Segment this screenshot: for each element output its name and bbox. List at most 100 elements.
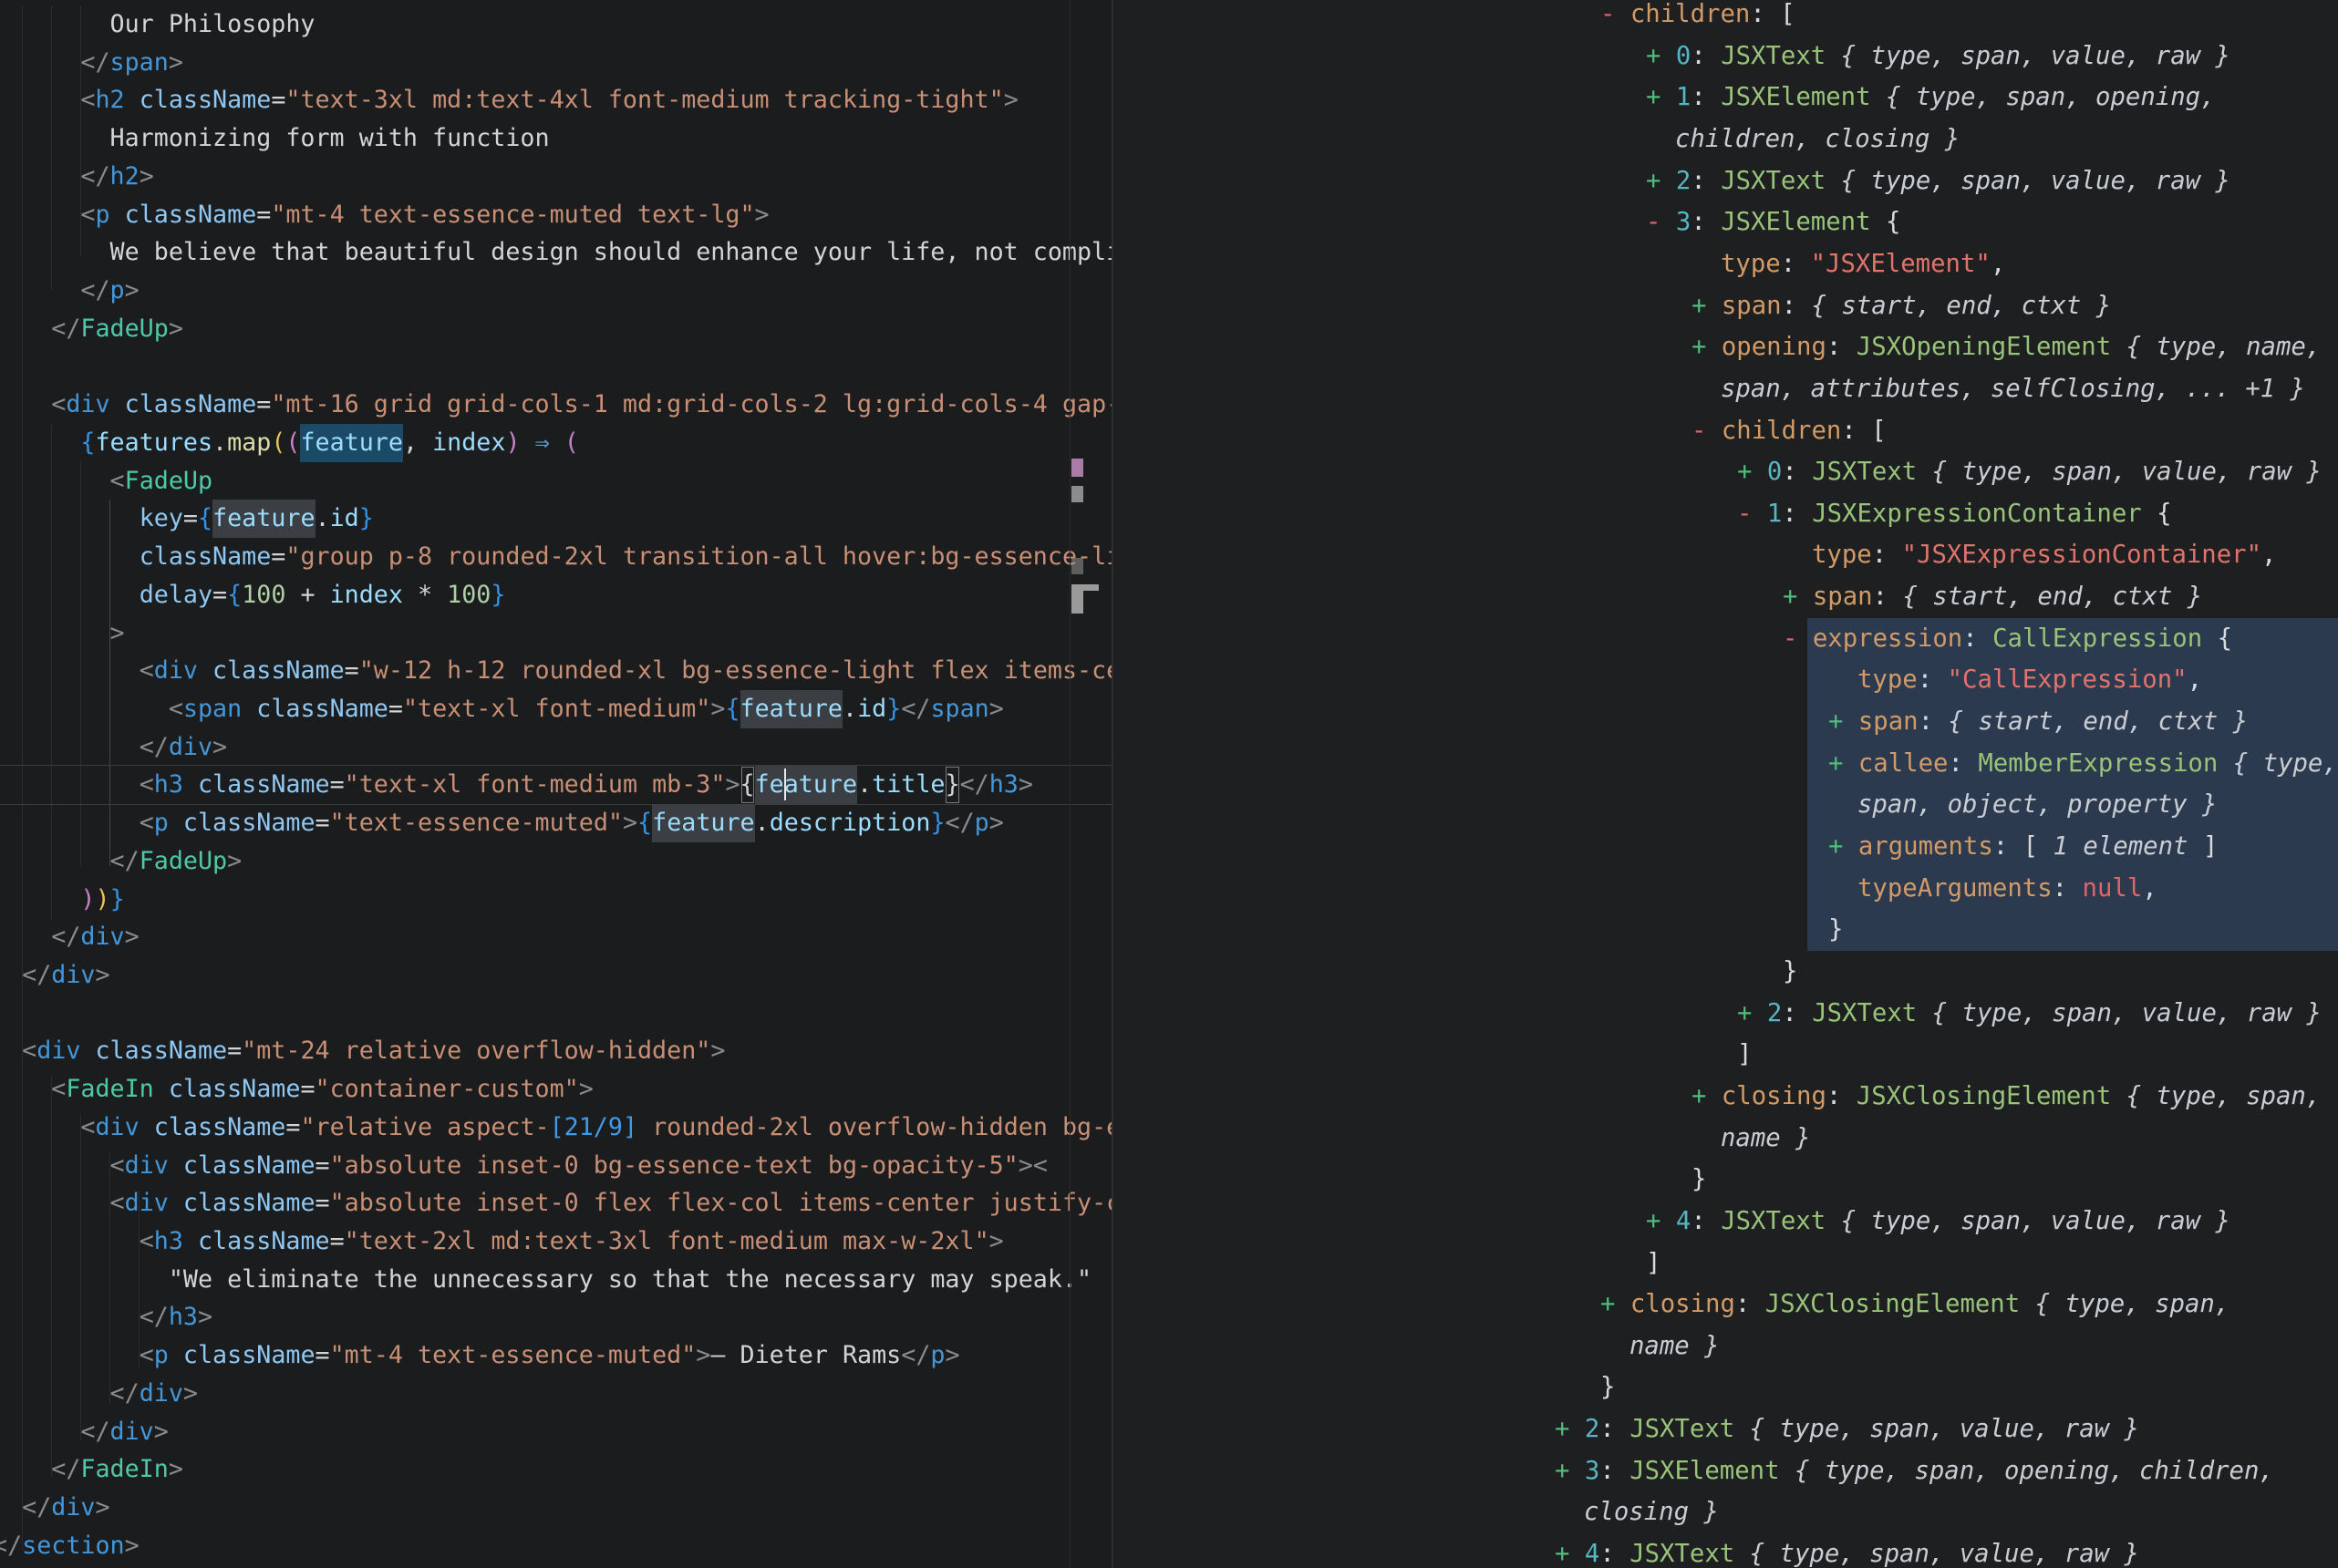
ast-row[interactable]: + opening: JSXOpeningElement { type, nam… xyxy=(1691,326,2321,368)
code-line[interactable]: </FadeIn> xyxy=(51,1450,183,1489)
code-line[interactable]: </div> xyxy=(140,728,227,767)
code-line[interactable]: </h2> xyxy=(80,158,153,196)
code-line[interactable]: <p className="mt-4 text-essence-muted">—… xyxy=(140,1336,960,1375)
code-line[interactable]: </FadeUp> xyxy=(51,310,183,348)
ast-row[interactable]: } xyxy=(1600,1367,1615,1408)
ast-row[interactable]: name } xyxy=(1629,1326,1720,1367)
code-line[interactable]: <span className="text-xl font-medium">{f… xyxy=(169,690,1004,728)
ast-row[interactable]: + 2: JSXText { type, span, value, raw } xyxy=(1646,160,2230,202)
ast-row[interactable]: type: "JSXExpressionContainer", xyxy=(1812,534,2276,576)
ast-row[interactable]: children, closing } xyxy=(1675,119,1960,160)
code-line[interactable]: <div className="relative aspect-[21/9] r… xyxy=(80,1109,1112,1147)
expand-toggle-icon[interactable]: + xyxy=(1555,1533,1569,1568)
code-line[interactable]: <div className="mt-24 relative overflow-… xyxy=(22,1032,725,1070)
expand-toggle-icon[interactable]: + xyxy=(1646,1201,1660,1243)
minimap-mark-purple[interactable] xyxy=(1071,459,1083,477)
code-line[interactable]: "We eliminate the unnecessary so that th… xyxy=(169,1261,1091,1299)
code-line[interactable]: > xyxy=(110,614,125,653)
code-line[interactable]: Our Philosophy xyxy=(110,5,316,44)
expand-toggle-icon[interactable]: + xyxy=(1691,285,1706,327)
ast-row[interactable]: + 4: JSXText { type, span, value, raw } xyxy=(1555,1533,2139,1568)
ast-explorer-panel[interactable]: - children: [+ 0: JSXText { type, span, … xyxy=(1113,0,2338,1568)
code-line[interactable]: </div> xyxy=(51,918,139,956)
expand-toggle-icon[interactable]: + xyxy=(1737,993,1752,1035)
code-line[interactable]: We believe that beautiful design should … xyxy=(110,233,1112,272)
ast-row[interactable]: ] xyxy=(1646,1243,1660,1284)
ast-row[interactable]: closing } xyxy=(1584,1491,1719,1533)
ast-row[interactable]: } xyxy=(1691,1159,1706,1201)
code-line[interactable]: </div> xyxy=(22,956,109,995)
code-line[interactable]: <p className="text-essence-muted">{featu… xyxy=(140,804,1004,842)
ast-row[interactable]: - expression: CallExpression { xyxy=(1783,618,2232,660)
ast-row[interactable]: - 3: JSXElement { xyxy=(1646,201,1900,243)
ast-row[interactable]: + 3: JSXElement { type, span, opening, c… xyxy=(1555,1450,2274,1492)
ast-row[interactable]: + span: { start, end, ctxt } xyxy=(1828,701,2248,743)
collapse-toggle-icon[interactable]: - xyxy=(1737,493,1752,535)
ast-row[interactable]: + span: { start, end, ctxt } xyxy=(1783,576,2202,618)
code-line[interactable]: </p> xyxy=(80,272,139,310)
collapse-toggle-icon[interactable]: - xyxy=(1600,0,1615,36)
ast-row[interactable]: + closing: JSXClosingElement { type, spa… xyxy=(1600,1284,2229,1326)
ast-row[interactable]: span, attributes, selfClosing, ... +1 } xyxy=(1721,368,2305,410)
code-line[interactable]: delay={100 + index * 100} xyxy=(140,576,506,614)
code-line[interactable]: </div> xyxy=(80,1413,168,1451)
code-line[interactable]: <FadeIn className="container-custom"> xyxy=(51,1070,594,1109)
code-line[interactable]: </h3> xyxy=(140,1298,212,1336)
minimap-mark-gray[interactable] xyxy=(1071,591,1083,614)
expand-toggle-icon[interactable]: + xyxy=(1555,1408,1569,1450)
ast-row[interactable]: typeArguments: null, xyxy=(1857,868,2157,910)
expand-toggle-icon[interactable]: + xyxy=(1600,1284,1615,1326)
code-line[interactable]: <div className="mt-16 grid grid-cols-1 m… xyxy=(51,386,1112,424)
code-line[interactable]: <h2 className="text-3xl md:text-4xl font… xyxy=(80,81,1018,119)
expand-toggle-icon[interactable]: + xyxy=(1828,743,1843,785)
expand-toggle-icon[interactable]: + xyxy=(1646,36,1660,77)
expand-toggle-icon[interactable]: + xyxy=(1828,701,1843,743)
ast-row[interactable]: - children: [ xyxy=(1691,410,1887,452)
ast-row[interactable]: + 4: JSXText { type, span, value, raw } xyxy=(1646,1201,2230,1243)
code-line[interactable]: key={feature.id} xyxy=(140,500,374,538)
ast-row[interactable]: + span: { start, end, ctxt } xyxy=(1691,285,2111,327)
code-line[interactable]: </FadeUp> xyxy=(110,842,243,881)
expand-toggle-icon[interactable]: + xyxy=(1828,826,1843,868)
ast-row[interactable]: } xyxy=(1828,909,1843,951)
ast-row[interactable]: span, object, property } xyxy=(1857,784,2217,826)
code-line[interactable]: <div className="absolute inset-0 flex fl… xyxy=(110,1184,1112,1222)
ast-row[interactable]: + closing: JSXClosingElement { type, spa… xyxy=(1691,1076,2321,1118)
ast-row[interactable]: ] xyxy=(1737,1034,1752,1076)
ast-row[interactable]: + 1: JSXElement { type, span, opening, xyxy=(1646,77,2216,119)
expand-toggle-icon[interactable]: + xyxy=(1737,451,1752,493)
expand-toggle-icon[interactable]: + xyxy=(1691,1076,1706,1118)
code-line[interactable]: <div className="absolute inset-0 bg-esse… xyxy=(110,1147,1048,1185)
ast-row[interactable]: + arguments: [ 1 element ] xyxy=(1828,826,2218,868)
expand-toggle-icon[interactable]: + xyxy=(1783,576,1797,618)
ast-row[interactable]: - children: [ xyxy=(1600,0,1795,36)
ast-row[interactable]: + 0: JSXText { type, span, value, raw } xyxy=(1646,36,2230,77)
ast-row[interactable]: + callee: MemberExpression { type, xyxy=(1828,743,2338,785)
ast-row[interactable]: type: "CallExpression", xyxy=(1857,659,2202,701)
code-editor-panel[interactable]: Our Philosophy</span><h2 className="text… xyxy=(0,0,1112,1568)
code-line[interactable]: <h3 className="text-xl font-medium mb-3"… xyxy=(140,766,1033,804)
code-line[interactable]: </section> xyxy=(0,1527,140,1565)
expand-toggle-icon[interactable]: + xyxy=(1691,326,1706,368)
minimap-mark-gray[interactable] xyxy=(1071,558,1083,574)
code-line[interactable]: <FadeUp xyxy=(110,462,212,500)
code-line[interactable]: <div className="w-12 h-12 rounded-xl bg-… xyxy=(140,652,1112,690)
expand-toggle-icon[interactable]: + xyxy=(1646,160,1660,202)
collapse-toggle-icon[interactable]: - xyxy=(1783,618,1797,660)
ast-row[interactable]: + 2: JSXText { type, span, value, raw } xyxy=(1555,1408,2139,1450)
minimap-mark-gray[interactable] xyxy=(1071,584,1099,591)
ast-row[interactable]: + 0: JSXText { type, span, value, raw } xyxy=(1737,451,2322,493)
expand-toggle-icon[interactable]: + xyxy=(1646,77,1660,119)
code-line[interactable]: </div> xyxy=(22,1489,109,1527)
ast-row[interactable]: } xyxy=(1783,951,1797,993)
code-line[interactable]: Harmonizing form with function xyxy=(110,119,550,158)
code-line[interactable]: <p className="mt-4 text-essence-muted te… xyxy=(80,196,769,234)
ast-row[interactable]: + 2: JSXText { type, span, value, raw } xyxy=(1737,993,2322,1035)
ast-row[interactable]: name } xyxy=(1721,1118,1811,1160)
minimap-mark-gray[interactable] xyxy=(1071,486,1083,502)
code-line[interactable]: {features.map((feature, index) ⇒ ( xyxy=(80,424,578,462)
collapse-toggle-icon[interactable]: - xyxy=(1691,410,1706,452)
code-line[interactable]: className="group p-8 rounded-2xl transit… xyxy=(140,538,1112,576)
collapse-toggle-icon[interactable]: - xyxy=(1646,201,1660,243)
ast-row[interactable]: - 1: JSXExpressionContainer { xyxy=(1737,493,2172,535)
